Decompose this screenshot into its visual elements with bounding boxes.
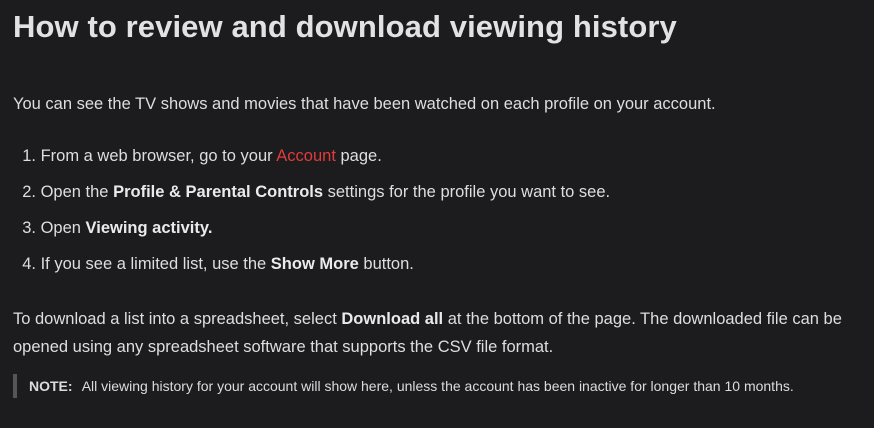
step-text: settings for the profile you want to see… [323,183,611,201]
step-number: 3. [22,219,36,237]
note-callout: NOTE: All viewing history for your accou… [13,374,794,398]
step-text: Open the [40,183,114,201]
note-label: NOTE: [29,378,73,394]
step-item: 1. From a web browser, go to your Accoun… [13,146,610,182]
help-article: How to review and download viewing histo… [13,0,863,356]
download-text: To download a list into a spreadsheet, s… [13,310,342,328]
step-text: From a web browser, go to your [40,147,277,165]
step-text: If you see a limited list, use the [40,255,271,273]
step-text: button. [358,255,414,273]
step-number: 4. [22,255,36,273]
account-link[interactable]: Account [276,147,336,165]
note-text: All viewing history for your account wil… [81,378,794,394]
step-emphasis: Show More [270,255,359,273]
step-text: page. [335,147,382,165]
download-all-emphasis: Download all [341,310,444,328]
step-number: 2. [22,183,36,201]
step-number: 1. [22,147,36,165]
intro-paragraph: You can see the TV shows and movies that… [13,95,716,113]
step-item: 4. If you see a limited list, use the Sh… [13,254,610,290]
step-text: Open [40,219,86,237]
step-item: 2. Open the Profile & Parental Controls … [13,182,610,218]
step-emphasis: Viewing activity. [85,219,213,237]
article-title: How to review and download viewing histo… [13,9,677,44]
steps-list: 1. From a web browser, go to your Accoun… [13,146,610,290]
step-emphasis: Profile & Parental Controls [113,183,324,201]
step-item: 3. Open Viewing activity. [13,218,610,254]
download-paragraph: To download a list into a spreadsheet, s… [13,305,863,361]
